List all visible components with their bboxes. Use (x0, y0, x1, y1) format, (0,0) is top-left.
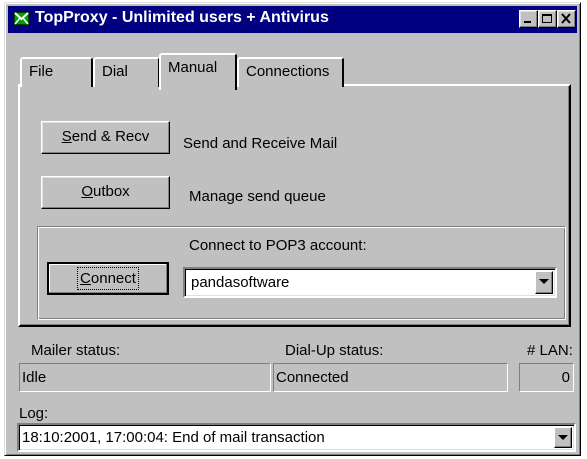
log-dropdown-button[interactable] (554, 427, 572, 448)
close-icon (561, 13, 571, 24)
mailer-status-label: Mailer status: (31, 342, 121, 359)
dialup-status-label: Dial-Up status: (285, 342, 384, 359)
log-select[interactable]: 18:10:2001, 17:00:04: End of mail transa… (17, 423, 576, 452)
chevron-down-icon (539, 279, 549, 284)
maximize-icon (542, 14, 552, 23)
mailer-status-value: Idle (22, 369, 47, 386)
log-label: Log: (19, 405, 49, 422)
chevron-down-icon (558, 435, 568, 440)
lan-count-value: 0 (561, 369, 570, 386)
minimize-button[interactable] (519, 10, 538, 28)
lan-count-field: 0 (519, 363, 574, 392)
pop3-label: Connect to POP3 account: (189, 237, 367, 254)
title-bar[interactable]: TopProxy - Unlimited users + Antivirus (8, 6, 577, 33)
tab-file-label: File (29, 63, 54, 80)
connect-label: Connect (77, 267, 139, 290)
dialup-status-value: Connected (276, 369, 349, 386)
close-button[interactable] (557, 10, 576, 28)
app-window: TopProxy - Unlimited users + Antivirus F… (4, 2, 581, 456)
tab-dial[interactable]: Dial (93, 57, 160, 87)
send-recv-description: Send and Receive Mail (183, 135, 338, 152)
dialup-status-field: Connected (273, 363, 508, 392)
tab-manual-label: Manual (168, 59, 218, 76)
minimize-icon (524, 21, 531, 23)
tab-connections-label: Connections (246, 63, 330, 80)
maximize-button[interactable] (538, 10, 557, 28)
log-value: 18:10:2001, 17:00:04: End of mail transa… (22, 429, 325, 446)
send-recv-label: Send & Recv (61, 128, 150, 145)
tab-connections[interactable]: Connections (237, 57, 344, 87)
envelope-icon (14, 12, 29, 25)
tab-manual[interactable]: Manual (159, 53, 237, 90)
lan-label: # LAN: (527, 342, 573, 359)
window-title: TopProxy - Unlimited users + Antivirus (35, 9, 329, 26)
tab-file[interactable]: File (20, 57, 93, 87)
send-recv-button[interactable]: Send & Recv (41, 121, 170, 154)
outbox-description: Manage send queue (189, 188, 326, 205)
outbox-label: Outbox (81, 183, 130, 200)
connect-button[interactable]: Connect (47, 262, 169, 295)
account-dropdown-button[interactable] (535, 271, 553, 294)
pop3-account-value: pandasoftware (191, 274, 290, 291)
mailer-status-field: Idle (19, 363, 271, 392)
pop3-account-select[interactable]: pandasoftware (183, 267, 557, 298)
outbox-button[interactable]: Outbox (41, 176, 170, 209)
tab-dial-label: Dial (102, 63, 128, 80)
